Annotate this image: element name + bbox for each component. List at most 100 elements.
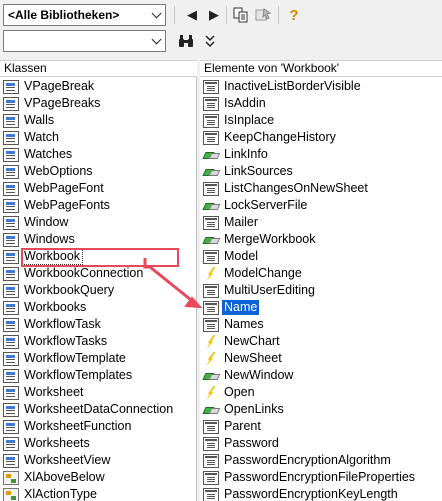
class-icon <box>3 283 19 298</box>
member-list-item[interactable]: PasswordEncryptionKeyLength <box>200 486 442 501</box>
method-icon <box>203 233 219 247</box>
class-icon <box>3 351 19 366</box>
class-list-item[interactable]: WorksheetDataConnection <box>0 401 196 418</box>
library-combo[interactable]: <Alle Bibliotheken> <box>3 4 166 26</box>
list-item-label: WorkbookQuery <box>24 283 115 297</box>
list-item-label: PasswordEncryptionFileProperties <box>224 470 416 484</box>
member-list-item[interactable]: IsAddin <box>200 95 442 112</box>
list-item-label: OpenLinks <box>224 402 284 416</box>
classes-header: Klassen <box>0 60 197 77</box>
binoculars-icon[interactable] <box>176 31 196 51</box>
member-list-item[interactable]: MergeWorkbook <box>200 231 442 248</box>
member-list-item[interactable]: LockServerFile <box>200 197 442 214</box>
class-list-item[interactable]: WorksheetFunction <box>0 418 196 435</box>
class-list-item[interactable]: VPageBreaks <box>0 95 196 112</box>
member-list-item[interactable]: LinkInfo <box>200 146 442 163</box>
list-item-label: PasswordEncryptionAlgorithm <box>224 453 391 467</box>
help-icon[interactable]: ? <box>284 5 304 25</box>
class-icon <box>3 113 19 128</box>
member-list-item[interactable]: Mailer <box>200 214 442 231</box>
member-list-item[interactable]: Names <box>200 316 442 333</box>
class-list-item[interactable]: Worksheets <box>0 435 196 452</box>
class-list-item[interactable]: Workbooks <box>0 299 196 316</box>
method-icon <box>203 199 219 213</box>
class-list-item[interactable]: WorkflowTemplate <box>0 350 196 367</box>
member-list-item[interactable]: PasswordEncryptionFileProperties <box>200 469 442 486</box>
class-list-item[interactable]: WorkflowTasks <box>0 333 196 350</box>
list-item-label: LinkSources <box>224 164 293 178</box>
search-combo[interactable] <box>3 30 166 52</box>
class-list-item[interactable]: WebPageFont <box>0 180 196 197</box>
method-icon <box>203 403 219 417</box>
chevron-down-icon[interactable] <box>147 31 165 51</box>
member-list-item[interactable]: PasswordEncryptionAlgorithm <box>200 452 442 469</box>
member-list-item[interactable]: ModelChange <box>200 265 442 282</box>
prop-icon <box>203 436 219 451</box>
member-list-item[interactable]: Parent <box>200 418 442 435</box>
class-list-item[interactable]: Window <box>0 214 196 231</box>
member-list-item[interactable]: Password <box>200 435 442 452</box>
list-item-label: XlAboveBelow <box>24 470 105 484</box>
list-item-label: WorksheetView <box>24 453 111 467</box>
expand-icon[interactable] <box>200 31 220 51</box>
list-item-label: Watch <box>24 130 59 144</box>
member-list-item[interactable]: IsInplace <box>200 112 442 129</box>
class-icon <box>3 232 19 247</box>
member-list-item[interactable]: Name <box>200 299 442 316</box>
list-item-label: Workbooks <box>24 300 87 314</box>
member-list-item[interactable]: OpenLinks <box>200 401 442 418</box>
class-list-item[interactable]: WorkbookConnection <box>0 265 196 282</box>
list-item-label: IsInplace <box>224 113 275 127</box>
class-list-item[interactable]: WorkflowTask <box>0 316 196 333</box>
copy-icon[interactable] <box>231 5 251 25</box>
list-item-label: Names <box>224 317 264 331</box>
class-list-item[interactable]: Watch <box>0 129 196 146</box>
member-list-item[interactable]: KeepChangeHistory <box>200 129 442 146</box>
member-list-item[interactable]: NewSheet <box>200 350 442 367</box>
class-list-item[interactable]: WebPageFonts <box>0 197 196 214</box>
members-list[interactable]: InactiveListBorderVisible IsAddin IsInplac… <box>200 77 442 501</box>
class-list-item[interactable]: WorkbookQuery <box>0 282 196 299</box>
list-item-label: Watches <box>24 147 73 161</box>
view-definition-icon[interactable] <box>253 5 273 25</box>
list-item-label: IsAddin <box>224 96 266 110</box>
list-item-label: MultiUserEditing <box>224 283 316 297</box>
event-icon <box>203 335 219 349</box>
chevron-down-icon[interactable] <box>147 5 165 25</box>
forward-icon[interactable]: ▶ <box>204 5 224 25</box>
method-icon <box>203 165 219 179</box>
class-list-item[interactable]: WebOptions <box>0 163 196 180</box>
member-list-item[interactable]: NewChart <box>200 333 442 350</box>
class-list-item[interactable]: WorkflowTemplates <box>0 367 196 384</box>
member-list-item[interactable]: Model <box>200 248 442 265</box>
list-item-label: WorksheetDataConnection <box>24 402 174 416</box>
class-list-item[interactable]: VPageBreak <box>0 78 196 95</box>
class-list-item[interactable]: Watches <box>0 146 196 163</box>
prop-icon <box>203 300 219 315</box>
classes-list[interactable]: VPageBreak VPageBreaks Walls Watch Watches We… <box>0 77 197 501</box>
list-item-label: KeepChangeHistory <box>224 130 336 144</box>
back-icon[interactable]: ◀ <box>182 5 202 25</box>
list-item-label: MergeWorkbook <box>224 232 316 246</box>
list-item-label: WorkflowTemplate <box>24 351 126 365</box>
toolbar-separator <box>174 6 175 24</box>
member-list-item[interactable]: NewWindow <box>200 367 442 384</box>
class-list-item[interactable]: Walls <box>0 112 196 129</box>
list-item-label: Open <box>224 385 255 399</box>
member-list-item[interactable]: MultiUserEditing <box>200 282 442 299</box>
member-list-item[interactable]: InactiveListBorderVisible <box>200 78 442 95</box>
member-list-item[interactable]: LinkSources <box>200 163 442 180</box>
class-icon <box>3 385 19 400</box>
class-list-item[interactable]: Windows <box>0 231 196 248</box>
list-item-label: NewSheet <box>224 351 282 365</box>
class-icon <box>3 249 19 264</box>
member-list-item[interactable]: ListChangesOnNewSheet <box>200 180 442 197</box>
class-icon <box>3 164 19 179</box>
class-list-item[interactable]: XlActionType <box>0 486 196 501</box>
prop-icon <box>203 487 219 501</box>
list-item-label: NewWindow <box>224 368 294 382</box>
class-list-item[interactable]: XlAboveBelow <box>0 469 196 486</box>
member-list-item[interactable]: Open <box>200 384 442 401</box>
class-list-item[interactable]: WorksheetView <box>0 452 196 469</box>
class-list-item[interactable]: Worksheet <box>0 384 196 401</box>
